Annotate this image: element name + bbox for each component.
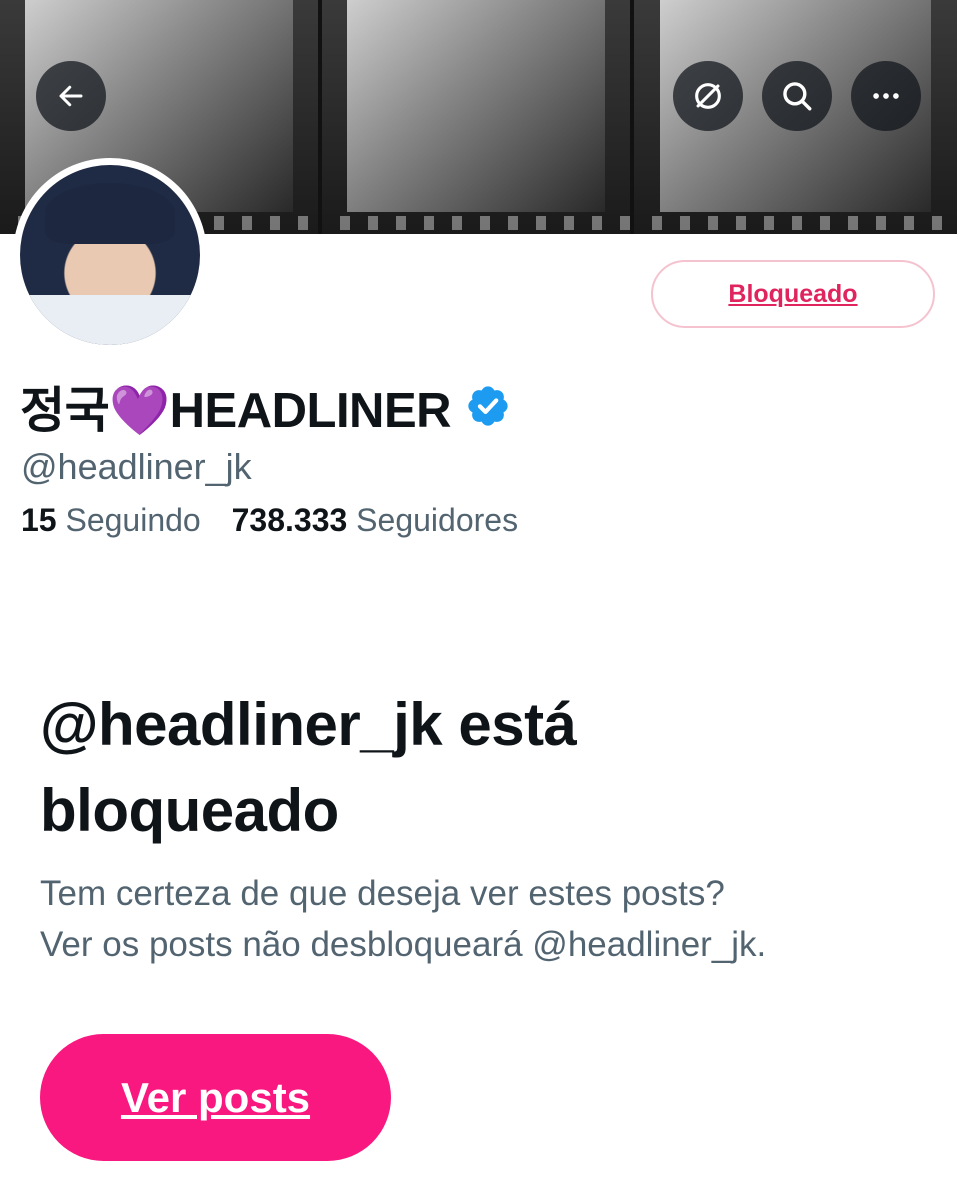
following-stat[interactable]: 15 Seguindo xyxy=(21,502,201,539)
avatar[interactable] xyxy=(20,165,200,345)
search-icon xyxy=(783,82,812,111)
more-button[interactable] xyxy=(851,61,921,131)
avatar-border xyxy=(13,158,207,352)
circle-slash-icon xyxy=(695,83,721,109)
following-label: Seguindo xyxy=(65,502,201,538)
profile-stats: 15 Seguindo 738.333 Seguidores xyxy=(21,502,540,539)
unfollow-button[interactable] xyxy=(673,61,743,131)
arrow-left-icon xyxy=(59,85,83,107)
display-name: 정국💜HEADLINER xyxy=(20,383,452,438)
blocked-notice-description: Tem certeza de que deseja ver estes post… xyxy=(40,868,940,970)
profile-handle: @headliner_jk xyxy=(21,446,252,487)
blocked-notice-line1: Tem certeza de que deseja ver estes post… xyxy=(40,874,725,913)
search-button[interactable] xyxy=(762,61,832,131)
banner-photo-frame xyxy=(322,0,630,234)
blocked-button[interactable]: Bloqueado xyxy=(651,260,935,328)
verified-badge-icon xyxy=(468,386,508,426)
blocked-button-label: Bloqueado xyxy=(728,279,858,308)
blocked-notice-line2: Ver os posts não desbloqueará @headliner… xyxy=(40,925,767,964)
followers-stat[interactable]: 738.333 Seguidores xyxy=(232,502,518,539)
more-horizontal-icon xyxy=(873,93,899,99)
blocked-notice-title: @headliner_jk está bloqueado xyxy=(40,691,577,844)
followers-label: Seguidores xyxy=(356,502,519,538)
followers-count: 738.333 xyxy=(231,502,348,538)
view-posts-button[interactable]: Ver posts xyxy=(40,1034,391,1161)
profile-name-row: 정국💜HEADLINER xyxy=(20,376,511,438)
following-count: 15 xyxy=(21,502,57,538)
view-posts-label: Ver posts xyxy=(120,1073,311,1121)
back-button[interactable] xyxy=(36,61,106,131)
